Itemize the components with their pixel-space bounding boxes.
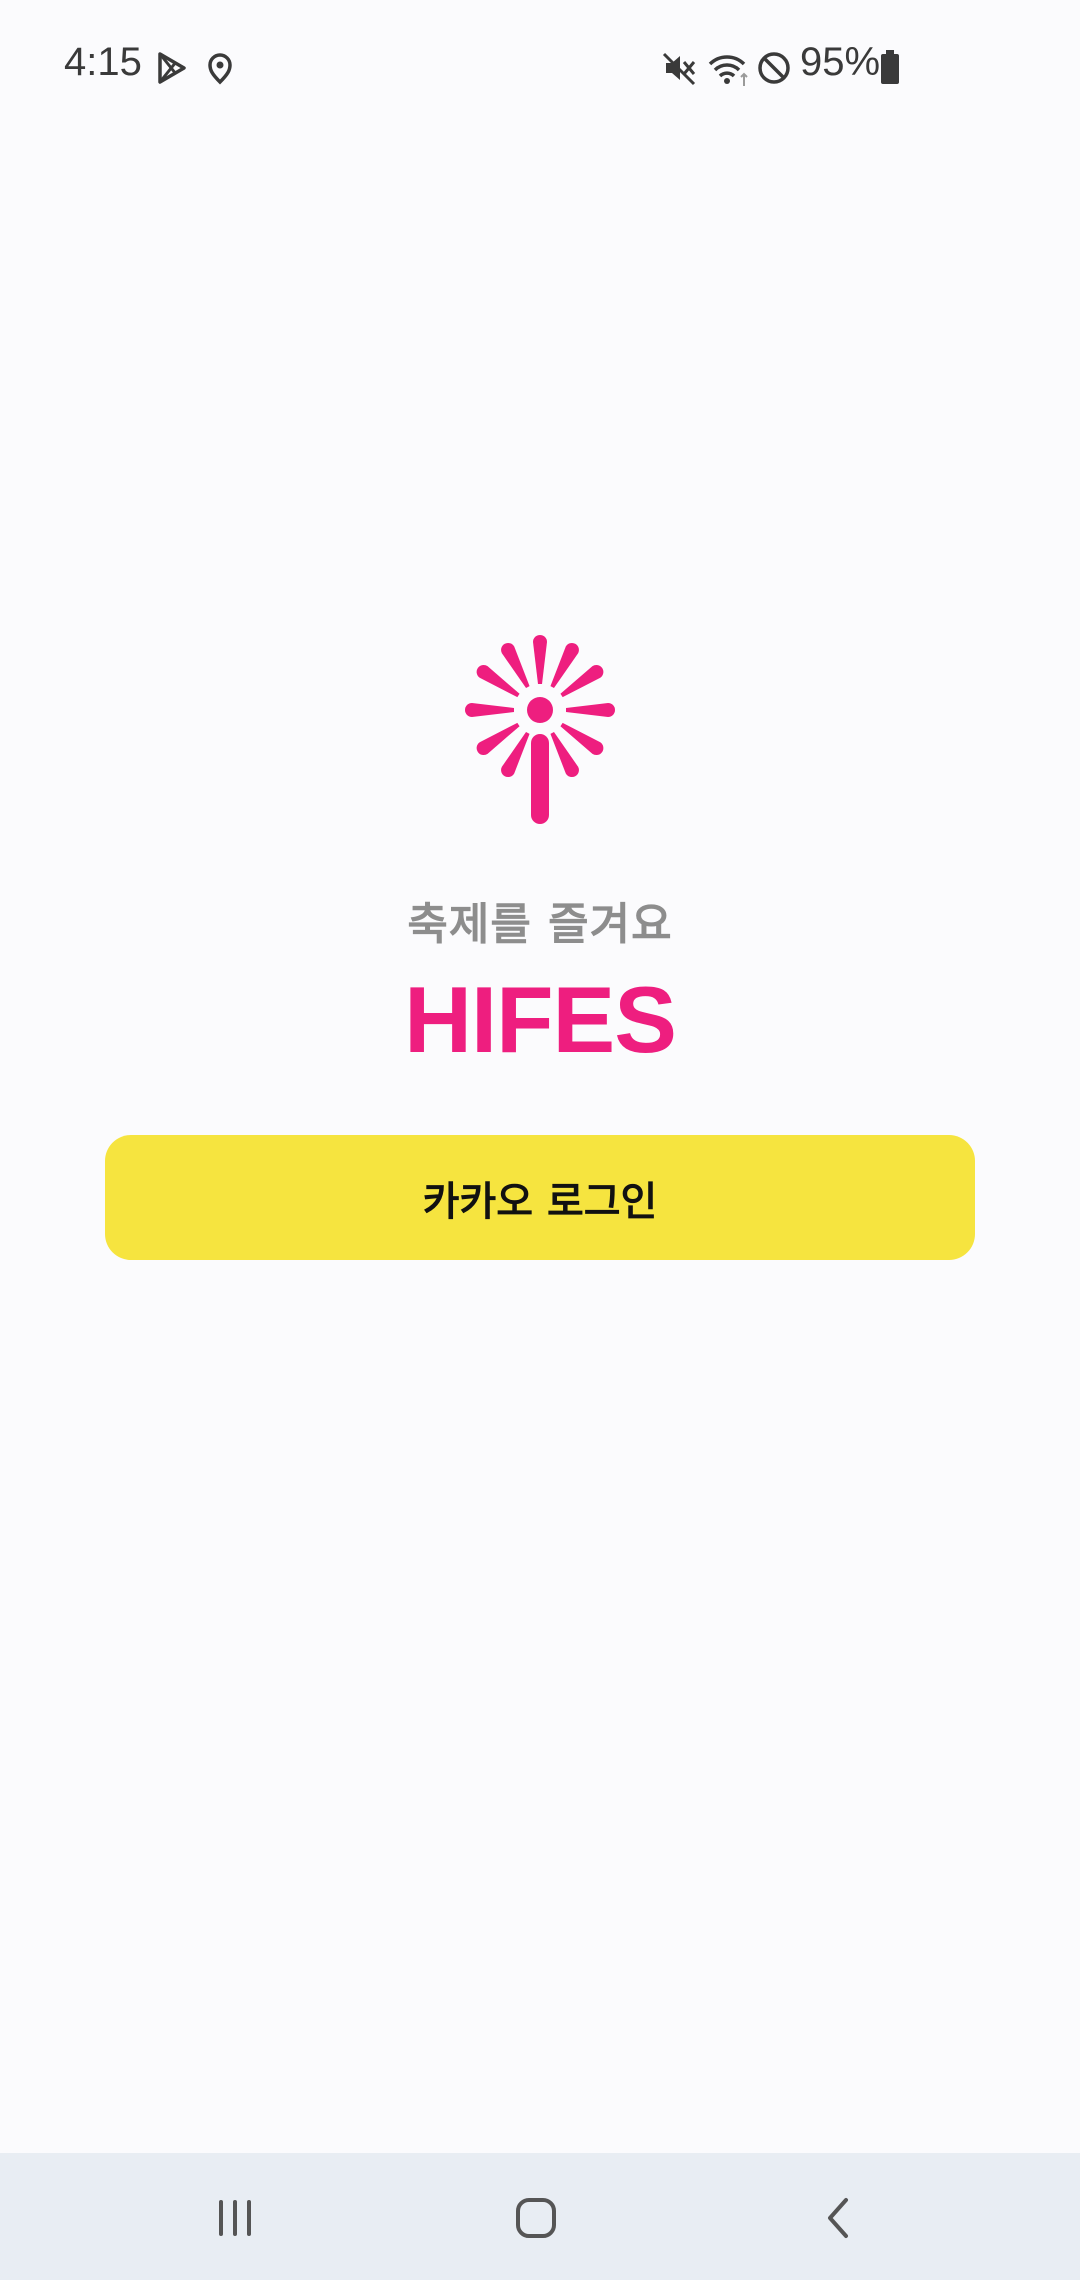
mute-icon [660, 48, 700, 88]
kakao-login-label: 카카오 로그인 [422, 1178, 658, 1225]
navigation-bar [0, 2153, 1080, 2280]
splash-screen: 4:15 95% 축제를 즐겨요 HIFES 카카오 로그인 [0, 0, 1080, 2280]
firework-icon [430, 615, 650, 835]
battery-icon [878, 48, 902, 88]
wifi-icon [706, 48, 752, 88]
do-not-disturb-icon [754, 48, 794, 88]
location-icon [200, 48, 240, 88]
brand-title: HIFES [404, 967, 677, 1072]
tagline: 축제를 즐겨요 [407, 899, 673, 950]
play-store-icon [152, 48, 192, 88]
battery-percent: 95% [800, 40, 881, 84]
status-bar: 4:15 95% [0, 0, 1080, 135]
back-icon[interactable] [800, 2178, 880, 2258]
status-time: 4:15 [64, 40, 142, 84]
kakao-login-button[interactable]: 카카오 로그인 [105, 1135, 975, 1260]
home-icon[interactable] [496, 2178, 576, 2258]
recent-apps-icon[interactable] [195, 2178, 275, 2258]
